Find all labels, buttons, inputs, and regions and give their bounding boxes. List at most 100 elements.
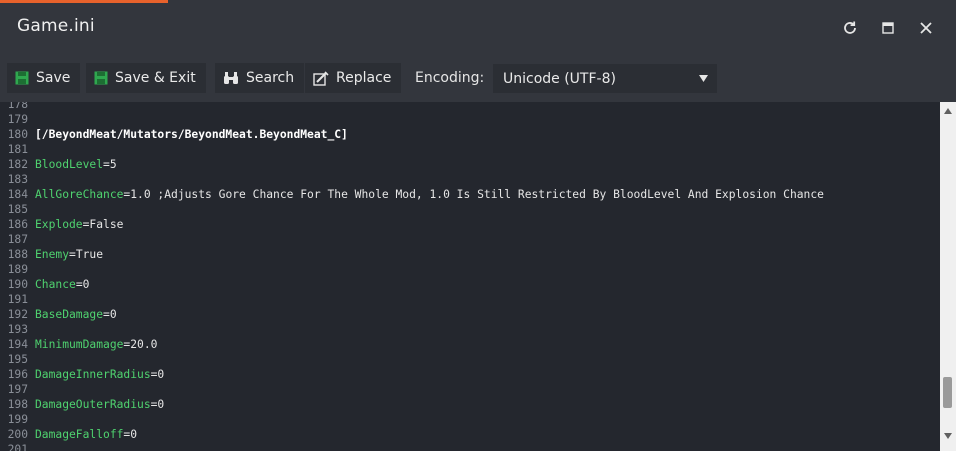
- save-button[interactable]: Save: [7, 63, 81, 93]
- setting-value: =False: [82, 218, 124, 231]
- code-line: 185: [0, 202, 940, 217]
- caret-down-icon: [699, 75, 708, 82]
- code-line: 178: [0, 102, 940, 112]
- setting-value: =1.0 ;Adjusts Gore Chance For The Whole …: [123, 188, 824, 201]
- line-number: 179: [7, 113, 28, 126]
- setting-key: BloodLevel: [35, 158, 104, 171]
- setting-key: DamageFalloff: [35, 428, 124, 441]
- line-number: 180: [7, 128, 28, 141]
- setting-key: AllGoreChance: [35, 188, 124, 201]
- save-icon: [15, 71, 29, 85]
- line-content: BloodLevel=5: [35, 157, 117, 172]
- binoculars-icon: [224, 72, 238, 84]
- line-number: 185: [7, 203, 28, 216]
- encoding-select[interactable]: Unicode (UTF-8): [493, 64, 717, 93]
- toolbar: Save Save & Exit Search Replace Encoding…: [0, 56, 956, 102]
- code-line: 188 Enemy=True: [0, 247, 940, 262]
- replace-icon: [313, 70, 329, 86]
- code-line: 187: [0, 232, 940, 247]
- setting-value: =0: [150, 398, 165, 411]
- code-line: 190 Chance=0: [0, 277, 940, 292]
- replace-label: Replace: [336, 70, 392, 86]
- line-content: DamageInnerRadius=0: [35, 367, 164, 382]
- code-line: 200 DamageFalloff=0: [0, 427, 940, 442]
- setting-value: =True: [69, 248, 104, 261]
- setting-key: BaseDamage: [35, 308, 104, 321]
- code-line: 194 MinimumDamage=20.0: [0, 337, 940, 352]
- line-number: 181: [7, 143, 28, 156]
- code-line: 183: [0, 172, 940, 187]
- accent-strip: [0, 0, 168, 3]
- setting-value: =0: [150, 368, 165, 381]
- code-line: 192 BaseDamage=0: [0, 307, 940, 322]
- setting-key: DamageInnerRadius: [35, 368, 151, 381]
- maximize-button[interactable]: [876, 16, 900, 40]
- code-line: 182 BloodLevel=5: [0, 157, 940, 172]
- scrollbar-thumb[interactable]: [943, 377, 952, 408]
- line-content: Chance=0: [35, 277, 89, 292]
- setting-key: MinimumDamage: [35, 338, 124, 351]
- line-number: 187: [7, 233, 28, 246]
- setting-key: Chance: [35, 278, 76, 291]
- code-line: 189: [0, 262, 940, 277]
- line-content: MinimumDamage=20.0: [35, 337, 157, 352]
- setting-key: Enemy: [35, 248, 70, 261]
- refresh-button[interactable]: [838, 16, 862, 40]
- line-content: Explode=False: [35, 217, 123, 232]
- line-number: 197: [7, 383, 28, 396]
- line-number: 200: [7, 428, 28, 441]
- vertical-scrollbar[interactable]: [940, 102, 956, 451]
- line-number: 192: [7, 308, 28, 321]
- line-number: 189: [7, 263, 28, 276]
- save-exit-label: Save & Exit: [115, 70, 196, 86]
- replace-button[interactable]: Replace: [305, 63, 402, 93]
- code-line: 186 Explode=False: [0, 217, 940, 232]
- line-content: BaseDamage=0: [35, 307, 117, 322]
- line-number: 193: [7, 323, 28, 336]
- close-button[interactable]: [914, 16, 938, 40]
- setting-key: Explode: [35, 218, 83, 231]
- close-icon: [920, 22, 932, 34]
- code-line: 191: [0, 292, 940, 307]
- line-content: AllGoreChance=1.0 ;Adjusts Gore Chance F…: [35, 187, 824, 202]
- line-number: 182: [7, 158, 28, 171]
- code-line: 181: [0, 142, 940, 157]
- setting-value: =0: [123, 428, 138, 441]
- code-line: 196 DamageInnerRadius=0: [0, 367, 940, 382]
- setting-key: DamageOuterRadius: [35, 398, 151, 411]
- line-number: 198: [7, 398, 28, 411]
- code-line: 201: [0, 442, 940, 451]
- window-title: Game.ini: [17, 16, 95, 36]
- line-content: DamageOuterRadius=0: [35, 397, 164, 412]
- code-editor[interactable]: 178 179 180 [/BeyondMeat/Mutators/BeyondMea…: [0, 102, 956, 451]
- save-label: Save: [36, 70, 71, 86]
- line-number: 184: [7, 188, 28, 201]
- line-number: 201: [7, 443, 28, 451]
- code-line: 184 AllGoreChance=1.0 ;Adjusts Gore Chanc…: [0, 187, 940, 202]
- save-exit-button[interactable]: Save & Exit: [86, 63, 206, 93]
- scroll-up-icon[interactable]: [944, 108, 952, 114]
- scroll-down-icon[interactable]: [944, 433, 952, 439]
- code-line: 197: [0, 382, 940, 397]
- encoding-value: Unicode (UTF-8): [503, 70, 616, 87]
- search-button[interactable]: Search: [215, 63, 305, 93]
- line-number: 199: [7, 413, 28, 426]
- line-content: Enemy=True: [35, 247, 103, 262]
- setting-value: =0: [103, 308, 117, 321]
- encoding-label: Encoding:: [415, 70, 485, 86]
- line-number: 188: [7, 248, 28, 261]
- line-number: 186: [7, 218, 28, 231]
- maximize-icon: [882, 22, 894, 34]
- line-number: 194: [7, 338, 28, 351]
- code-line: 199: [0, 412, 940, 427]
- setting-value: =0: [75, 278, 90, 291]
- code-line: 198 DamageOuterRadius=0: [0, 397, 940, 412]
- line-number: 196: [7, 368, 28, 381]
- section-header: [/BeyondMeat/Mutators/BeyondMeat.BeyondM…: [35, 128, 348, 141]
- setting-value: =20.0: [123, 338, 158, 351]
- code-line: 180 [/BeyondMeat/Mutators/BeyondMeat.Beyo…: [0, 127, 940, 142]
- line-number: 183: [7, 173, 28, 186]
- code-line: 195: [0, 352, 940, 367]
- line-content: [/BeyondMeat/Mutators/BeyondMeat.BeyondM…: [35, 127, 348, 142]
- setting-value: =5: [103, 158, 117, 171]
